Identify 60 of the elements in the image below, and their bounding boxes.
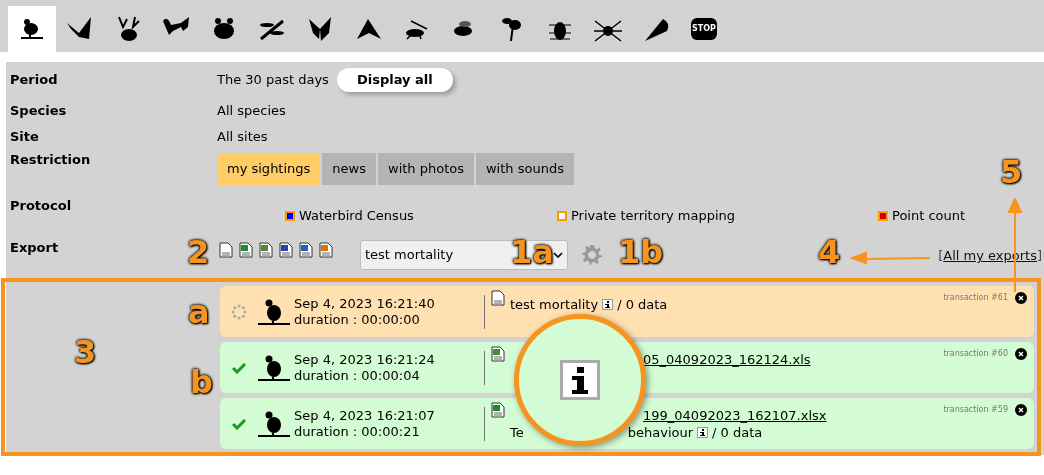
protocol-label[interactable]: Waterbird Census xyxy=(299,206,414,226)
close-icon xyxy=(1018,351,1024,357)
close-icon xyxy=(1018,407,1024,413)
transaction-duration: duration : 00:00:04 xyxy=(294,367,421,384)
data-count: / 0 data xyxy=(712,424,763,441)
annotation-label: a xyxy=(188,296,210,328)
transaction-number: transaction #59 xyxy=(943,404,1008,416)
filter-value: All sites xyxy=(217,128,268,147)
info-icon[interactable] xyxy=(697,427,709,438)
annotation-label: 2 xyxy=(187,236,210,268)
export-title: behaviour xyxy=(627,424,694,441)
close-icon xyxy=(1018,295,1024,301)
restriction-tab[interactable]: with photos xyxy=(378,153,474,185)
annotation-label: 3 xyxy=(74,336,97,368)
restriction-tab[interactable]: my sightings xyxy=(217,153,321,185)
transaction-time: Sep 4, 2023 16:21:07 xyxy=(294,407,436,424)
close-button[interactable] xyxy=(1015,404,1027,416)
loading-spinner-icon xyxy=(231,303,247,320)
filter-label: Export xyxy=(9,239,60,257)
data-count: / 0 data xyxy=(617,296,668,313)
file-link[interactable]: 199_04092023_162107.xlsx xyxy=(643,407,827,424)
bracket-text: ] xyxy=(1036,247,1042,265)
filter-value: All species xyxy=(217,102,286,121)
protocol-label[interactable]: Private territory mapping xyxy=(571,206,736,226)
filter-value: The 30 past days xyxy=(217,71,329,90)
close-button[interactable] xyxy=(1015,348,1027,360)
filter-label: Species xyxy=(9,102,68,121)
document-icon[interactable] xyxy=(491,290,505,306)
transaction-duration: duration : 00:00:21 xyxy=(294,423,421,440)
transaction-duration: duration : 00:00:00 xyxy=(294,311,421,328)
taxon-tab[interactable]: STOP xyxy=(680,6,728,52)
document-icon[interactable] xyxy=(219,242,233,258)
display-all-button[interactable]: Display all xyxy=(336,68,453,92)
restriction-tab[interactable]: news xyxy=(322,153,376,185)
annotation-label: 4 xyxy=(818,236,841,268)
filter-label: Period xyxy=(9,71,59,90)
restriction-tab[interactable]: with sounds xyxy=(476,153,574,185)
transaction-number: transaction #60 xyxy=(943,348,1008,360)
filter-label: Restriction xyxy=(9,151,92,169)
taxon-tab[interactable] xyxy=(8,6,56,52)
checkmark-icon xyxy=(232,361,246,374)
export-title: Te xyxy=(510,424,524,441)
annotation-label: 5 xyxy=(1000,156,1023,188)
export-title: test mortality xyxy=(510,296,599,313)
info-icon[interactable] xyxy=(602,299,614,310)
bracket-text: [ xyxy=(938,247,944,265)
transaction-number: transaction #61 xyxy=(943,292,1008,304)
annotation-label: b xyxy=(190,366,213,398)
transaction-time: Sep 4, 2023 16:21:24 xyxy=(294,351,436,368)
annotation-label: 1b xyxy=(618,236,664,268)
close-button[interactable] xyxy=(1015,292,1027,304)
checkmark-icon xyxy=(232,417,246,430)
stop-sign-icon: STOP xyxy=(691,18,717,40)
protocol-label[interactable]: Point count xyxy=(892,206,966,226)
filter-label: Protocol xyxy=(9,197,73,215)
info-icon xyxy=(560,360,600,400)
file-link[interactable]: 05_04092023_162124.xls xyxy=(643,351,811,368)
filter-label: Site xyxy=(9,128,40,147)
chevron-icon xyxy=(553,252,563,258)
transaction-time: Sep 4, 2023 16:21:40 xyxy=(294,295,436,312)
